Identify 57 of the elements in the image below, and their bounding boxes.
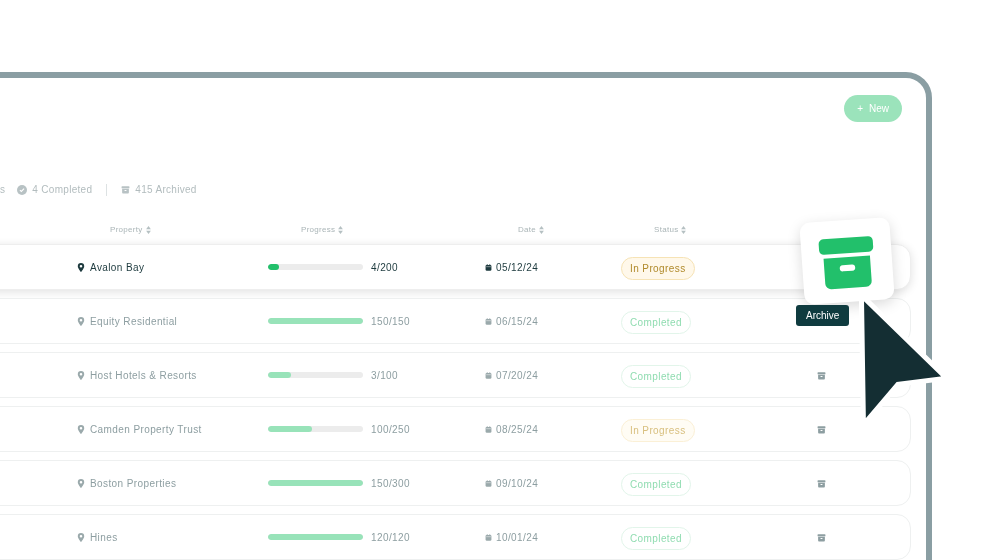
column-header[interactable]: Status: [654, 224, 679, 236]
plus-icon: +: [857, 101, 863, 116]
column-header[interactable]: Progress: [301, 224, 336, 236]
property-name: Boston Properties: [90, 476, 177, 491]
date-text: 08/25/24: [496, 422, 539, 437]
table-row[interactable]: Boston Properties 150/300 09/10/24 Completed: [0, 460, 911, 506]
check-circle-icon: [17, 184, 28, 195]
sort-icon: [681, 226, 687, 234]
progress-count: 120/120: [371, 530, 410, 545]
status-badge: Completed: [621, 472, 691, 496]
archive-icon: [121, 185, 131, 194]
calendar-icon: [485, 533, 492, 541]
location-pin-icon: [77, 424, 85, 434]
calendar-icon: [485, 317, 492, 325]
sort-icon: [539, 226, 545, 234]
date-text: 07/20/24: [496, 368, 539, 383]
status-badge: Completed: [621, 526, 691, 550]
tooltip: Archive: [796, 305, 850, 326]
status-badge: In Progress: [621, 256, 695, 280]
progress-count: 150/300: [371, 476, 410, 491]
status-badge: In Progress: [621, 418, 695, 442]
date-text: 09/10/24: [496, 476, 539, 491]
sort-icon: [145, 226, 151, 234]
progress-count: 3/100: [371, 368, 399, 383]
location-pin-icon: [77, 316, 85, 326]
calendar-icon: [485, 479, 492, 487]
property-name: Avalon Bay: [90, 260, 145, 275]
date-text: 10/01/24: [496, 530, 539, 545]
property-name: Camden Property Trust: [90, 422, 202, 437]
table-row[interactable]: Avalon Bay 4/200 05/12/24 In Progress: [0, 244, 911, 290]
calendar-icon: [485, 371, 492, 379]
date-text: 05/12/24: [496, 260, 539, 275]
property-name: Equity Residential: [90, 314, 178, 329]
property-name: Hines: [90, 530, 118, 545]
stat-label: 415 Archived: [135, 183, 197, 197]
table-row[interactable]: Camden Property Trust 100/250 08/25/24 In Progress: [0, 406, 911, 452]
table-row[interactable]: Host Hotels & Resorts 3/100 07/20/24 Completed: [0, 352, 911, 398]
status-badge: Completed: [621, 310, 691, 334]
new-button[interactable]: + New: [844, 95, 902, 122]
column-header[interactable]: Date: [518, 224, 537, 236]
stat-label: s: [0, 183, 6, 197]
location-pin-icon: [77, 370, 85, 380]
status-badge: Completed: [621, 364, 691, 388]
location-pin-icon: [77, 262, 85, 272]
location-pin-icon: [77, 478, 85, 488]
calendar-icon: [485, 263, 492, 271]
sort-icon: [338, 226, 344, 234]
progress-count: 100/250: [371, 422, 410, 437]
location-pin-icon: [77, 532, 85, 542]
stat-label: 4 Completed: [32, 183, 93, 197]
calendar-icon: [485, 425, 492, 433]
column-header[interactable]: Property: [110, 224, 143, 236]
progress-count: 4/200: [371, 260, 399, 275]
table-row[interactable]: Hines 120/120 10/01/24 Completed: [0, 514, 911, 560]
property-name: Host Hotels & Resorts: [90, 368, 197, 383]
date-text: 06/15/24: [496, 314, 539, 329]
progress-count: 150/150: [371, 314, 410, 329]
